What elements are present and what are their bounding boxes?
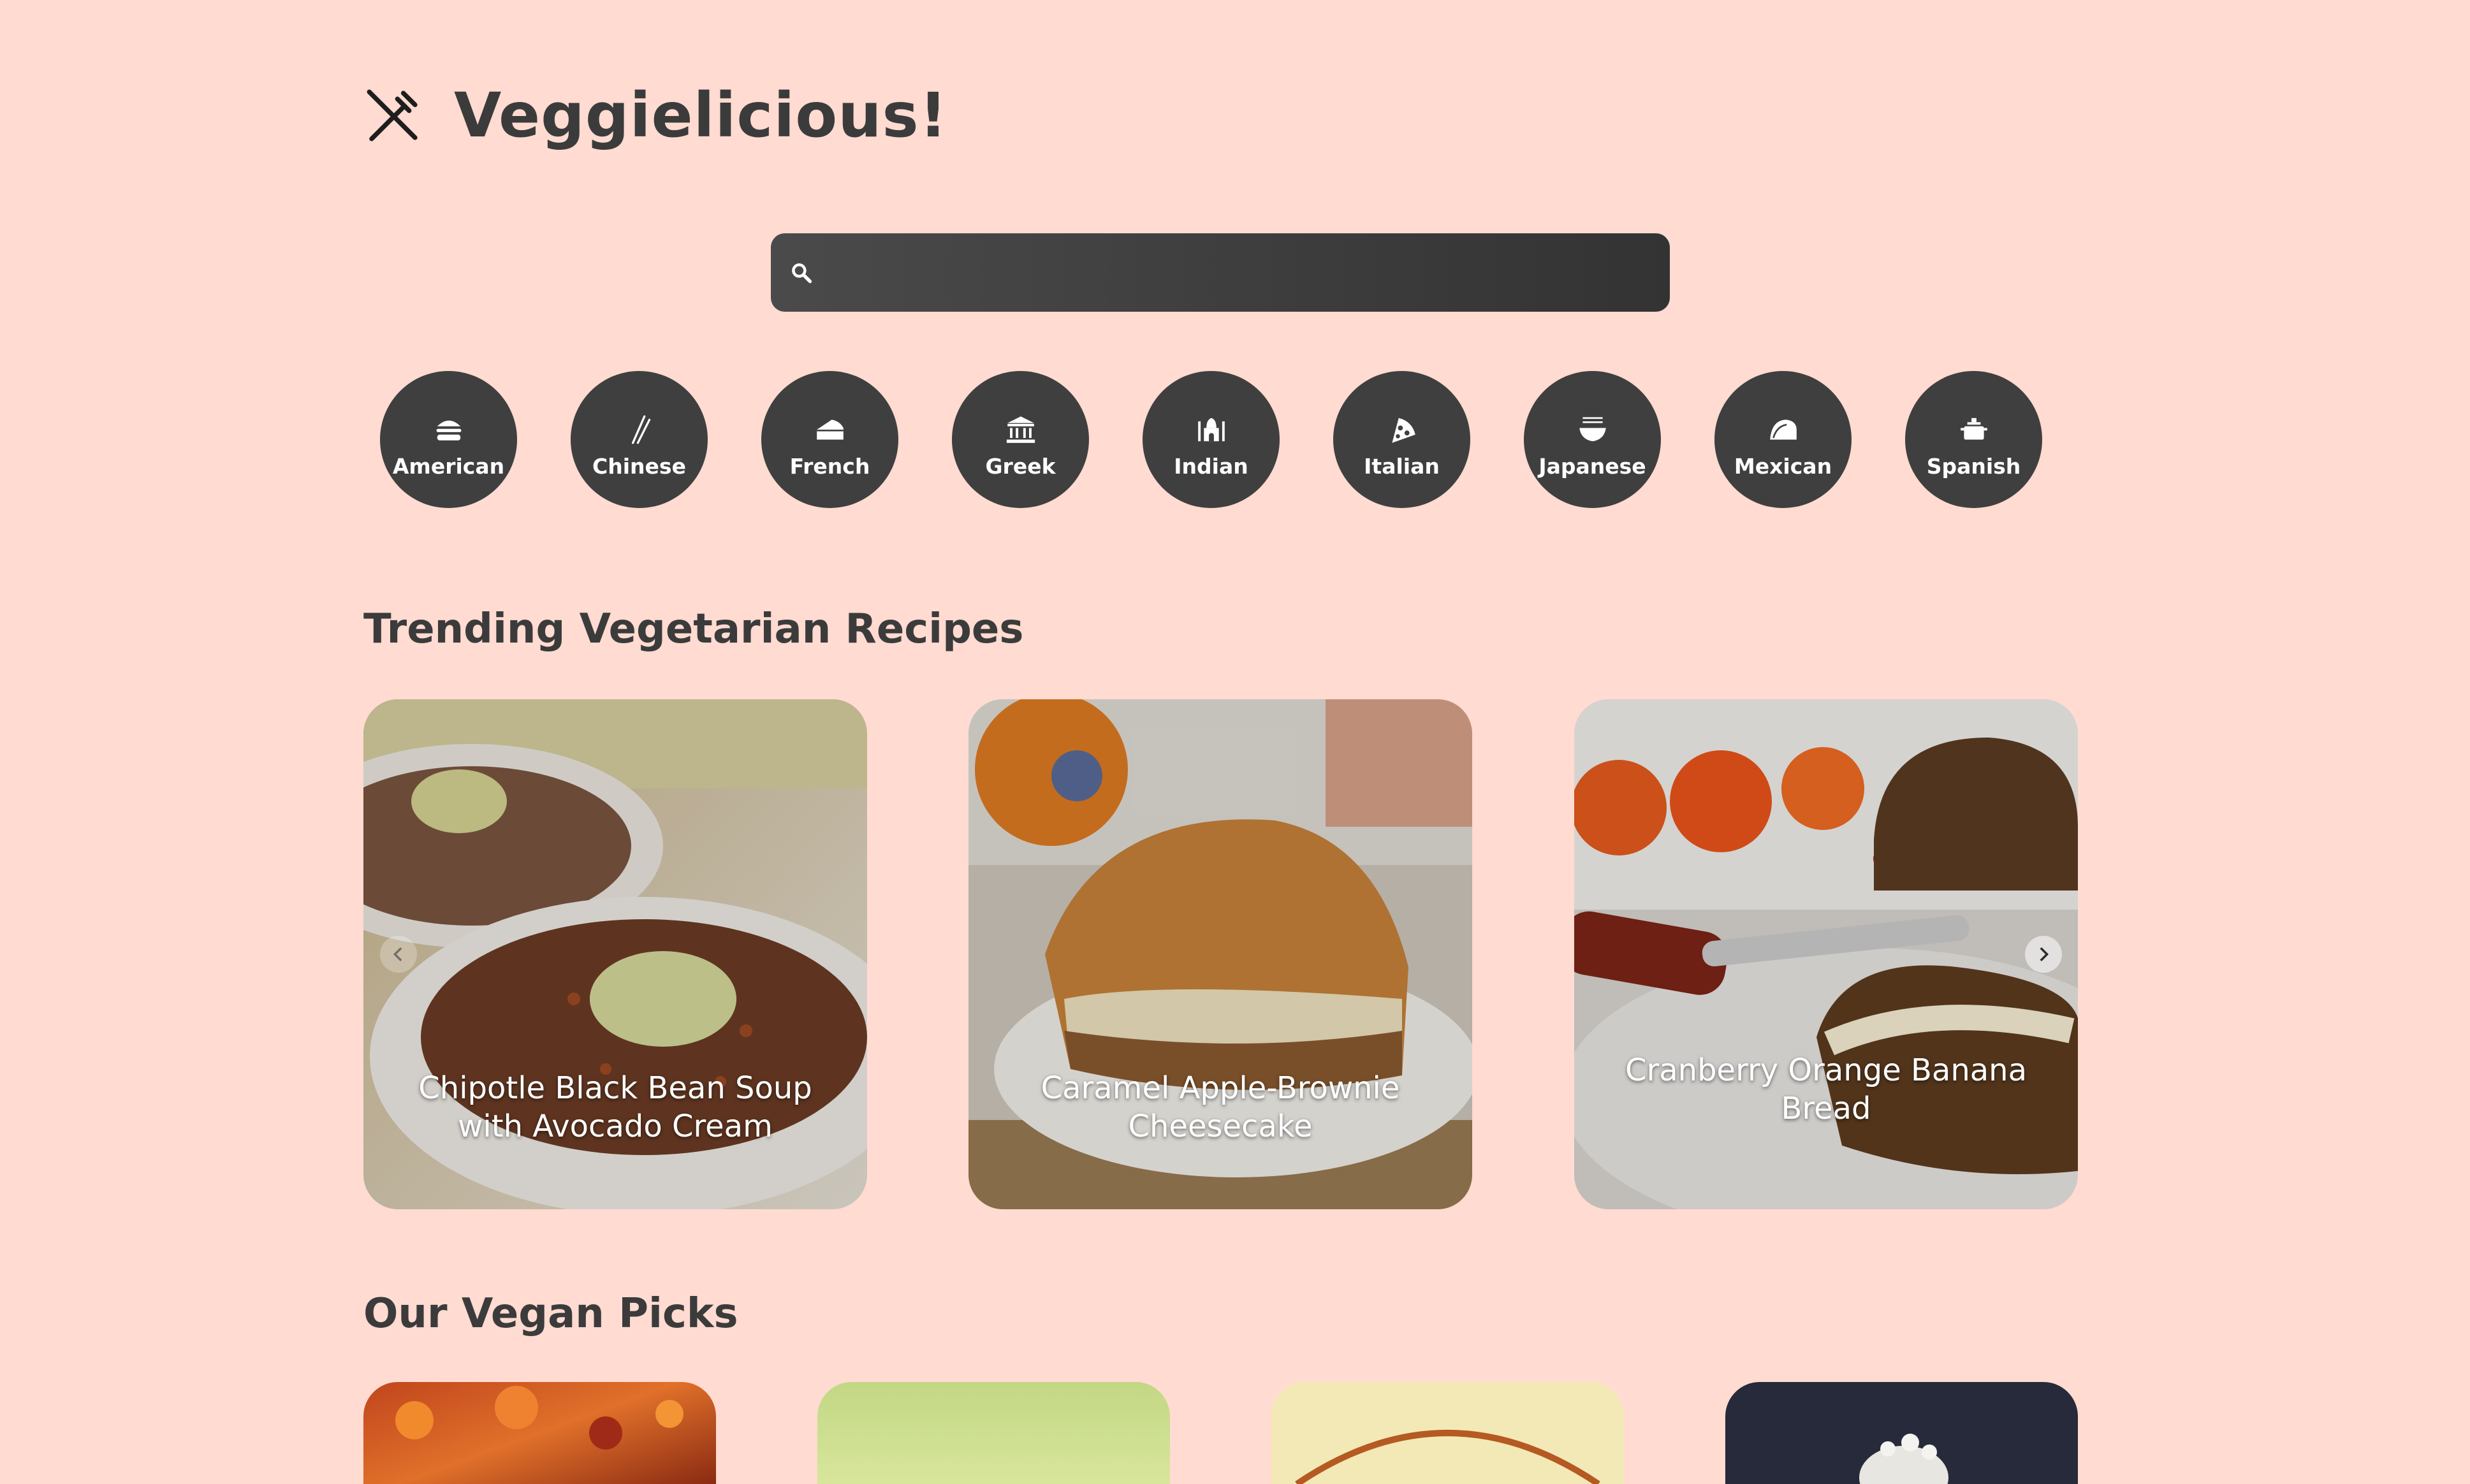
recipe-image — [1859, 1434, 1948, 1484]
taco-icon — [1769, 419, 1797, 440]
burger-icon — [436, 420, 461, 440]
chopsticks-icon — [631, 415, 650, 444]
cuisine-label: French — [789, 454, 870, 479]
recipe-title: Caramel Apple-Brownie Cheesecake — [1041, 1070, 1400, 1144]
cuisine-american-button[interactable]: American — [380, 371, 517, 508]
cuisine-label: Indian — [1174, 454, 1248, 479]
vegan-card[interactable] — [1725, 1382, 2078, 1484]
cuisine-japanese-button[interactable]: Japanese — [1524, 371, 1661, 508]
cuisine-label: Mexican — [1734, 454, 1832, 479]
trending-section-title: Trending Vegetarian Recipes — [363, 606, 1024, 653]
cheese-icon — [816, 419, 844, 440]
cuisine-chinese-button[interactable]: Chinese — [571, 371, 708, 508]
cuisine-list: American Chinese French Greek Indian Ita… — [380, 371, 2042, 508]
cuisine-indian-button[interactable]: Indian — [1143, 371, 1280, 508]
fork-knife-icon — [367, 89, 418, 142]
cuisine-french-button[interactable]: French — [761, 371, 898, 508]
recipe-image — [1295, 1430, 1600, 1484]
recipe-image — [1574, 699, 2078, 1209]
recipe-card-chipotle-soup[interactable]: Chipotle Black Bean Soup with Avocado Cr… — [363, 699, 867, 1209]
search-icon — [792, 263, 812, 283]
vegan-card[interactable] — [817, 1382, 1170, 1484]
cuisine-spanish-button[interactable]: Spanish — [1905, 371, 2042, 508]
recipe-card-caramel-cheesecake[interactable]: Caramel Apple-Brownie Cheesecake — [968, 699, 1472, 1209]
cuisine-label: Greek — [985, 454, 1056, 479]
vegan-section-title: Our Vegan Picks — [363, 1290, 738, 1337]
carousel-next-button[interactable] — [2025, 936, 2062, 973]
site-logo[interactable]: Veggielicious! — [363, 80, 947, 151]
carousel-prev-button[interactable] — [380, 936, 417, 973]
temple-icon — [1006, 416, 1035, 443]
site-title: Veggielicious! — [454, 80, 948, 151]
cuisine-mexican-button[interactable]: Mexican — [1714, 371, 1852, 508]
recipe-image — [395, 1386, 683, 1450]
paella-pot-icon — [1960, 418, 1987, 440]
ramen-bowl-icon — [1579, 417, 1606, 442]
recipe-card-banana-bread[interactable]: Cranberry Orange Banana Bread — [1574, 699, 2078, 1209]
search-bar[interactable] — [771, 233, 1670, 312]
vegan-card[interactable] — [1271, 1382, 1624, 1484]
recipe-title: Cranberry Orange Banana Bread — [1625, 1052, 2027, 1126]
chevron-right-icon — [2040, 947, 2049, 962]
cuisine-label: Italian — [1364, 454, 1440, 479]
cuisine-label: Spanish — [1926, 454, 2021, 479]
recipe-title: Chipotle Black Bean Soup with Avocado Cr… — [418, 1070, 812, 1144]
vegan-card[interactable] — [363, 1382, 716, 1484]
chevron-left-icon — [393, 947, 402, 962]
cuisine-greek-button[interactable]: Greek — [952, 371, 1089, 508]
cuisine-label: Japanese — [1538, 454, 1646, 479]
pizza-icon — [1391, 418, 1415, 443]
cuisine-label: Chinese — [592, 454, 686, 479]
search-input[interactable] — [828, 256, 1670, 289]
taj-mahal-icon — [1197, 418, 1225, 442]
cuisine-italian-button[interactable]: Italian — [1333, 371, 1470, 508]
cuisine-label: American — [392, 454, 505, 479]
